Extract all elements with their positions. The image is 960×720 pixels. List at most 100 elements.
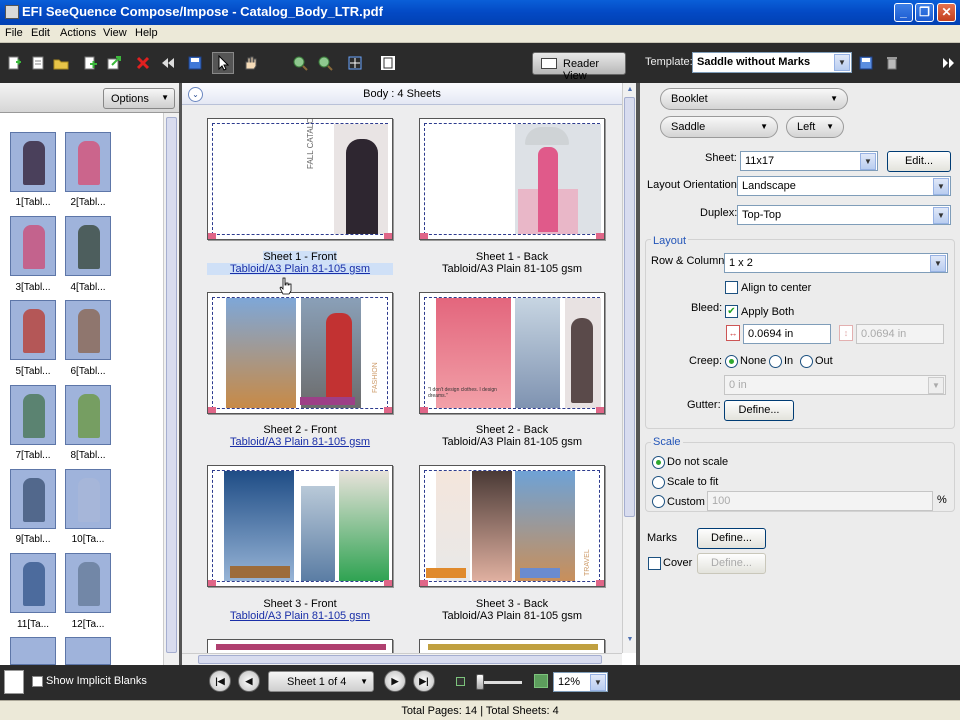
page-thumbnail-8[interactable] bbox=[65, 385, 111, 445]
menu-file[interactable]: File bbox=[5, 27, 23, 39]
creep-none-radio[interactable] bbox=[725, 355, 738, 368]
save-template-icon[interactable] bbox=[858, 55, 874, 71]
previous-sheet-icon[interactable]: ◀ bbox=[238, 670, 260, 692]
page-thumbnail-14[interactable] bbox=[65, 637, 111, 665]
binding-style-dropdown[interactable]: Saddle ▼ bbox=[660, 116, 778, 138]
page-thumbnail-4[interactable] bbox=[65, 216, 111, 276]
sheet-1-front[interactable]: FALL CATALOG bbox=[207, 118, 393, 240]
hand-icon[interactable] bbox=[242, 55, 258, 71]
page-thumbnail-7[interactable] bbox=[10, 385, 56, 445]
gutter-define-button[interactable]: Define... bbox=[724, 400, 794, 421]
page-thumbnail-1[interactable] bbox=[10, 132, 56, 192]
last-sheet-icon[interactable]: ▶| bbox=[413, 670, 435, 692]
document-icon[interactable] bbox=[4, 670, 24, 694]
new-icon[interactable] bbox=[6, 55, 22, 71]
menu-actions[interactable]: Actions bbox=[60, 27, 96, 39]
layout-orientation-label: Layout Orientation: bbox=[647, 179, 740, 191]
zoom-out-icon[interactable] bbox=[317, 55, 333, 71]
show-implicit-blanks-checkbox[interactable] bbox=[32, 676, 43, 687]
thumbnails-scrollbar[interactable] bbox=[163, 113, 179, 665]
chevron-down-icon[interactable]: ▼ bbox=[933, 178, 949, 195]
folder-icon[interactable] bbox=[53, 55, 69, 71]
do-not-scale-radio[interactable] bbox=[652, 456, 665, 469]
scrollbar-thumb[interactable] bbox=[198, 655, 602, 664]
options-dropdown[interactable]: Options ▼ bbox=[103, 88, 175, 109]
creep-out-radio[interactable] bbox=[800, 355, 813, 368]
scroll-up-icon[interactable]: ▲ bbox=[624, 84, 636, 96]
cover-checkbox[interactable] bbox=[648, 557, 661, 570]
sheet-2-back[interactable]: "I don't design clothes. I design dreams… bbox=[419, 292, 605, 414]
zoom-in-icon[interactable] bbox=[292, 55, 308, 71]
horizontal-bleed-input[interactable]: 0.0694 in bbox=[743, 324, 831, 344]
sheet-2-front[interactable]: FASHION bbox=[207, 292, 393, 414]
document-icon[interactable] bbox=[380, 55, 396, 71]
minimize-button[interactable]: _ bbox=[894, 3, 913, 22]
trash-icon[interactable] bbox=[884, 55, 900, 71]
chevron-down-icon[interactable]: ▼ bbox=[590, 674, 606, 691]
delete-icon[interactable] bbox=[135, 55, 151, 71]
maximize-button[interactable]: ❐ bbox=[915, 3, 934, 22]
color-strip bbox=[230, 566, 290, 578]
sheet-size-select[interactable]: 11x17 ▼ bbox=[740, 151, 878, 171]
sheet-caption[interactable]: Sheet 2 - Front Tabloid/A3 Plain 81-105 … bbox=[207, 424, 393, 448]
page-thumbnail-6[interactable] bbox=[65, 300, 111, 360]
save-icon[interactable] bbox=[187, 55, 203, 71]
scrollbar-thumb[interactable] bbox=[624, 97, 635, 517]
zoom-slider-handle[interactable] bbox=[476, 674, 484, 690]
sheets-horizontal-scrollbar[interactable] bbox=[182, 653, 622, 665]
zoom-out-icon[interactable] bbox=[456, 677, 465, 686]
fit-icon[interactable] bbox=[347, 55, 363, 71]
sheet-4-front[interactable] bbox=[207, 639, 393, 653]
open-icon[interactable] bbox=[30, 55, 46, 71]
sheet-4-back[interactable] bbox=[419, 639, 605, 653]
duplex-select[interactable]: Top-Top ▼ bbox=[737, 205, 951, 225]
template-select[interactable]: Saddle without Marks ▼ bbox=[692, 52, 852, 73]
chevron-down-icon[interactable]: ▼ bbox=[933, 207, 949, 224]
rewind-icon[interactable] bbox=[160, 55, 176, 71]
scroll-down-icon[interactable]: ▼ bbox=[624, 634, 636, 646]
close-button[interactable]: ✕ bbox=[937, 3, 956, 22]
page-thumbnail-10[interactable] bbox=[65, 469, 111, 529]
next-sheet-icon[interactable]: ▶ bbox=[384, 670, 406, 692]
sheet-navigator-select[interactable]: Sheet 1 of 4 ▼ bbox=[268, 671, 374, 692]
menu-edit[interactable]: Edit bbox=[31, 27, 50, 39]
sheet-1-back[interactable] bbox=[419, 118, 605, 240]
scale-to-fit-radio[interactable] bbox=[652, 476, 665, 489]
page-thumbnail-2[interactable] bbox=[65, 132, 111, 192]
edit-sheet-button[interactable]: Edit... bbox=[887, 151, 951, 172]
booklet-dropdown[interactable]: Booklet ▼ bbox=[660, 88, 848, 110]
pointer-icon[interactable] bbox=[215, 55, 231, 71]
marks-define-button[interactable]: Define... bbox=[697, 528, 766, 549]
page-thumbnail-5[interactable] bbox=[10, 300, 56, 360]
custom-scale-radio[interactable] bbox=[652, 495, 665, 508]
sheet-3-front[interactable] bbox=[207, 465, 393, 587]
page-thumbnail-9[interactable] bbox=[10, 469, 56, 529]
sheets-vertical-scrollbar[interactable]: ▲ ▼ bbox=[622, 83, 636, 653]
layout-orientation-select[interactable]: Landscape ▼ bbox=[737, 176, 951, 196]
menu-help[interactable]: Help bbox=[135, 27, 158, 39]
menu-view[interactable]: View bbox=[103, 27, 127, 39]
scrollbar-thumb[interactable] bbox=[166, 117, 177, 653]
page-thumbnail-13[interactable] bbox=[10, 637, 56, 665]
sheet-3-back[interactable]: TRAVEL bbox=[419, 465, 605, 587]
sheet-caption[interactable]: Sheet 3 - Front Tabloid/A3 Plain 81-105 … bbox=[207, 598, 393, 622]
page-thumbnail-12[interactable] bbox=[65, 553, 111, 613]
export-icon[interactable] bbox=[106, 55, 122, 71]
page-thumbnail-3[interactable] bbox=[10, 216, 56, 276]
align-to-center-checkbox[interactable] bbox=[725, 281, 738, 294]
sheet-caption[interactable]: Sheet 1 - Front Tabloid/A3 Plain 81-105 … bbox=[207, 251, 393, 275]
first-sheet-icon[interactable]: |◀ bbox=[209, 670, 231, 692]
chevron-down-icon[interactable]: ▼ bbox=[860, 153, 876, 170]
expand-panel-icon[interactable] bbox=[940, 55, 956, 71]
apply-both-checkbox[interactable]: ✔ bbox=[725, 305, 738, 318]
zoom-level-select[interactable]: 12% ▼ bbox=[553, 672, 608, 692]
add-page-icon[interactable] bbox=[82, 55, 98, 71]
creep-in-radio[interactable] bbox=[769, 355, 782, 368]
row-column-select[interactable]: 1 x 2 ▼ bbox=[724, 253, 948, 273]
chevron-down-icon[interactable]: ▼ bbox=[930, 255, 946, 272]
page-thumbnail-11[interactable] bbox=[10, 553, 56, 613]
chevron-down-icon[interactable]: ▼ bbox=[834, 54, 850, 71]
reader-view-button[interactable]: Reader View bbox=[532, 52, 626, 82]
zoom-in-icon[interactable] bbox=[534, 674, 548, 688]
binding-edge-dropdown[interactable]: Left ▼ bbox=[786, 116, 844, 138]
